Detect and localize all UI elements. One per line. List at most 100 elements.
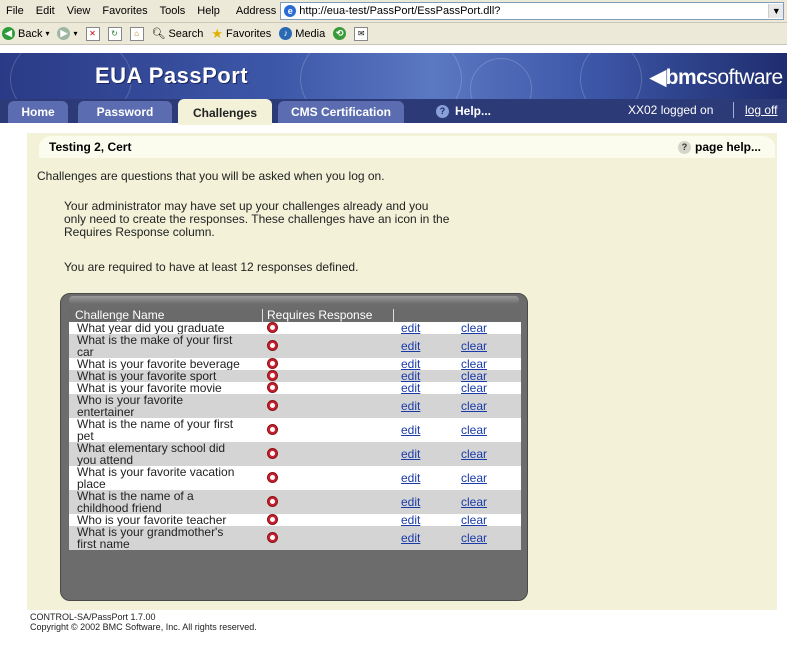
challenge-question: What is your grandmother's first name: [77, 526, 262, 550]
clear-link[interactable]: clear: [461, 423, 487, 437]
challenge-question: What is the make of your first car: [77, 334, 262, 358]
nav-tabs: Home Password Challenges CMS Certificati…: [0, 99, 787, 125]
address-bar[interactable]: e http://eua-test/PassPort/EssPassPort.d…: [280, 2, 785, 20]
note-line-3: Requires Response column.: [64, 225, 215, 239]
history-icon[interactable]: ⟲: [333, 27, 347, 40]
requires-response-icon: [267, 532, 278, 543]
favorites-button[interactable]: ★ Favorites: [211, 26, 271, 42]
logged-on-status: XX02 logged on: [628, 103, 714, 117]
edit-link[interactable]: edit: [401, 531, 420, 545]
user-name: Testing 2, Cert: [49, 140, 132, 154]
page-help-link[interactable]: ? page help...: [677, 140, 761, 154]
requires-response-icon: [267, 382, 278, 393]
logo-software: software: [707, 66, 783, 89]
mail-icon[interactable]: ✉: [354, 26, 369, 41]
refresh-icon[interactable]: ↻: [107, 26, 122, 41]
requires-response-icon: [267, 370, 278, 381]
table-row: What is the name of a childhood friend edi…: [69, 490, 521, 514]
clear-link[interactable]: clear: [461, 447, 487, 461]
col-requires-response: Requires Response: [267, 308, 373, 322]
table-row: What is the make of your first car edit cle…: [69, 334, 521, 358]
search-button[interactable]: 🔍︎ Search: [151, 27, 204, 41]
menu-favorites[interactable]: Favorites: [96, 5, 153, 17]
challenge-question: What is the name of your first pet: [77, 418, 262, 442]
forward-button[interactable]: ▶ ▾: [57, 27, 78, 40]
media-button[interactable]: ♪ Media: [279, 27, 325, 40]
menu-help[interactable]: Help: [191, 5, 226, 17]
challenge-question: What is your favorite vacation place: [77, 466, 262, 490]
help-link[interactable]: ? Help...: [436, 104, 491, 118]
requires-response-icon: [267, 322, 278, 333]
address-dropdown-icon[interactable]: ▼: [768, 4, 784, 18]
clear-link[interactable]: clear: [461, 381, 487, 395]
tab-challenges[interactable]: Challenges: [178, 99, 272, 125]
edit-link[interactable]: edit: [401, 447, 420, 461]
table-row: What is your favorite vacation place edit c…: [69, 466, 521, 490]
tab-home[interactable]: Home: [8, 101, 68, 123]
edit-link[interactable]: edit: [401, 495, 420, 509]
challenge-question-line: first name: [77, 537, 130, 551]
col-challenge-name: Challenge Name: [75, 308, 165, 322]
app-banner: EUA PassPort ◀bmcsoftware: [0, 53, 787, 99]
table-frame-shine: [69, 296, 519, 304]
media-icon: ♪: [279, 27, 293, 40]
requires-response-icon: [267, 496, 278, 507]
requires-response-icon: [267, 448, 278, 459]
banner-decoration: [300, 53, 462, 99]
menu-view[interactable]: View: [61, 5, 97, 17]
footer-copyright: Copyright © 2002 BMC Software, Inc. All …: [30, 622, 257, 632]
back-button[interactable]: ◀ Back ▾: [2, 27, 49, 40]
back-label: Back: [18, 27, 43, 40]
edit-link[interactable]: edit: [401, 471, 420, 485]
clear-link[interactable]: clear: [461, 495, 487, 509]
requires-response-icon: [267, 424, 278, 435]
header-divider: [262, 309, 263, 322]
edit-link[interactable]: edit: [401, 381, 420, 395]
help-icon: ?: [436, 104, 449, 118]
menu-tools[interactable]: Tools: [154, 5, 192, 17]
required-text: You are required to have at least 12 res…: [64, 260, 359, 274]
menu-file[interactable]: File: [0, 5, 30, 17]
stop-icon[interactable]: ✕: [85, 26, 100, 41]
edit-link[interactable]: edit: [401, 339, 420, 353]
challenge-question: What is the name of a childhood friend: [77, 490, 262, 514]
clear-link[interactable]: clear: [461, 399, 487, 413]
table-row: Who is your favorite entertainer edit clear: [69, 394, 521, 418]
challenge-question: Who is your favorite entertainer: [77, 394, 262, 418]
log-off-link[interactable]: log off: [745, 103, 777, 117]
ie-page-icon: e: [284, 5, 297, 17]
search-icon: 🔍︎: [151, 28, 166, 40]
tab-password[interactable]: Password: [78, 101, 172, 123]
banner-decoration: [470, 58, 532, 99]
requires-response-icon: [267, 340, 278, 351]
forward-dropdown-icon[interactable]: ▾: [73, 29, 77, 38]
tab-separator: [733, 102, 734, 118]
home-icon[interactable]: ⌂: [129, 26, 144, 41]
address-label: Address: [235, 5, 277, 17]
back-arrow-icon: ◀: [2, 27, 15, 40]
challenge-question: What elementary school did you attend: [77, 442, 262, 466]
clear-link[interactable]: clear: [461, 339, 487, 353]
clear-link[interactable]: clear: [461, 321, 487, 335]
tab-cms-certification[interactable]: CMS Certification: [278, 101, 404, 123]
footer: CONTROL-SA/PassPort 1.7.00 Copyright © 2…: [30, 612, 257, 632]
menu-edit[interactable]: Edit: [30, 5, 61, 17]
main-panel: Testing 2, Cert ? page help... Challenge…: [27, 133, 777, 610]
table-row: What is your grandmother's first name edit…: [69, 526, 521, 550]
search-label: Search: [168, 27, 204, 40]
address-url[interactable]: http://eua-test/PassPort/EssPassPort.dll…: [299, 5, 768, 17]
edit-link[interactable]: edit: [401, 321, 420, 335]
edit-link[interactable]: edit: [401, 423, 420, 437]
clear-link[interactable]: clear: [461, 513, 487, 527]
table-row: What is the name of your first pet edit cle…: [69, 418, 521, 442]
requires-response-icon: [267, 358, 278, 369]
edit-link[interactable]: edit: [401, 513, 420, 527]
table-header: Challenge Name Requires Response: [69, 308, 521, 322]
edit-link[interactable]: edit: [401, 399, 420, 413]
back-dropdown-icon[interactable]: ▾: [45, 29, 49, 38]
clear-link[interactable]: clear: [461, 471, 487, 485]
clear-link[interactable]: clear: [461, 531, 487, 545]
forward-arrow-icon: ▶: [57, 27, 71, 40]
browser-toolbar: ◀ Back ▾ ▶ ▾ ✕ ↻ ⌂ 🔍︎ Search ★ Favorites…: [0, 23, 787, 45]
media-label: Media: [295, 27, 326, 40]
